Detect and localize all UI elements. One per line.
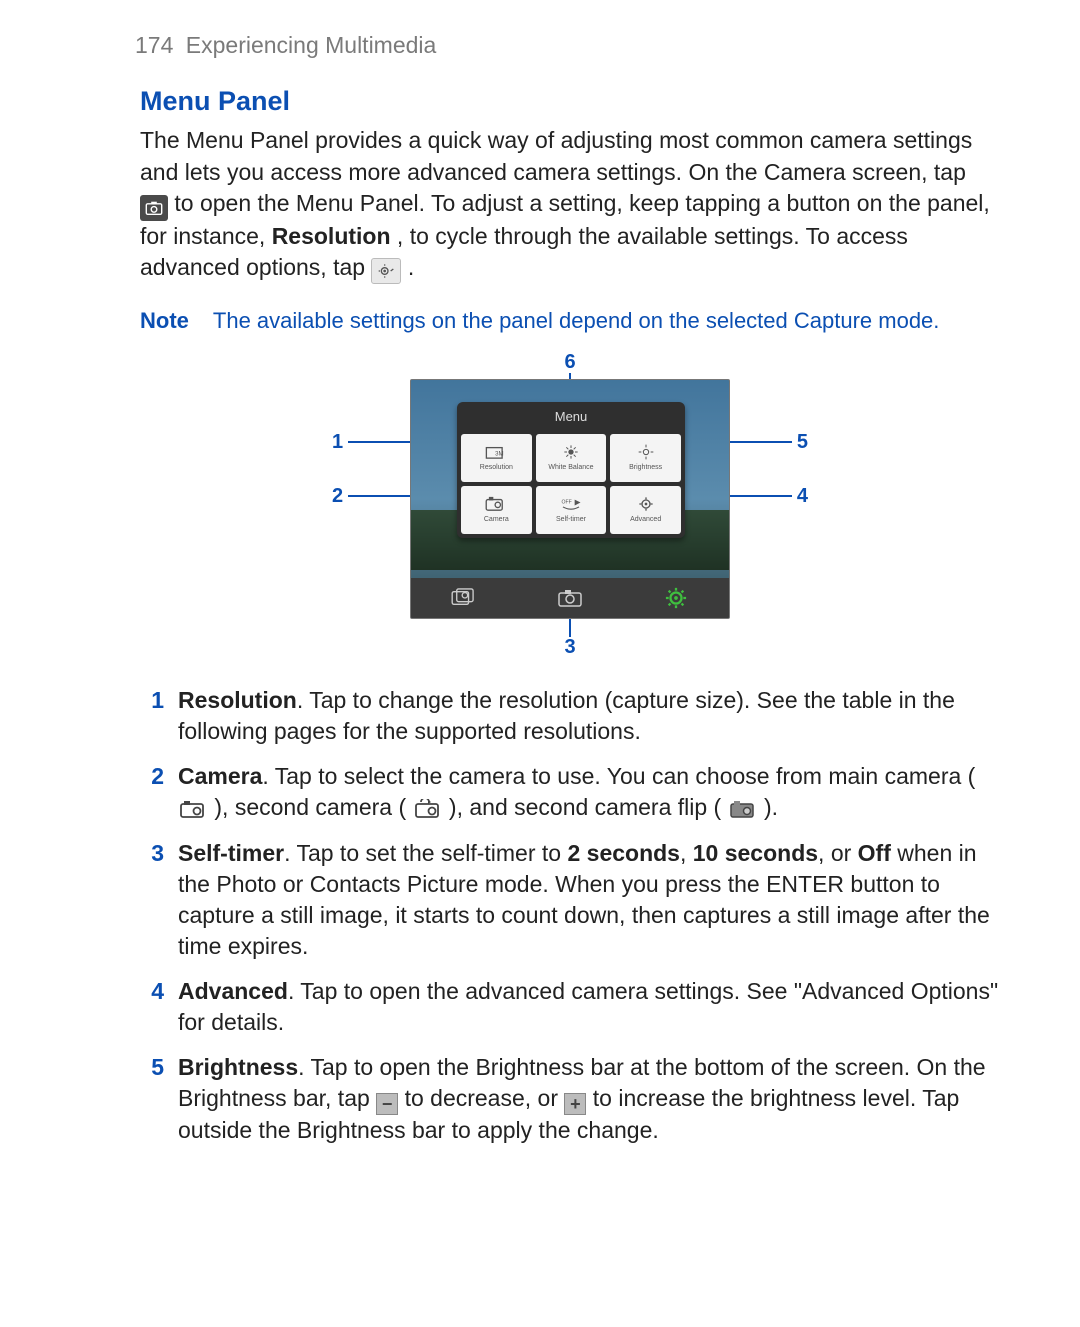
plus-icon: + [564,1093,586,1115]
item-title: Advanced [178,978,288,1004]
page-header: 174 Experiencing Multimedia [135,30,1000,61]
intro-paragraph: The Menu Panel provides a quick way of a… [140,125,1000,283]
note-label: Note [140,306,189,336]
list-item: 3 Self-timer. Tap to set the self-timer … [140,838,1000,962]
item-title: Self-timer [178,840,284,866]
svg-text:OFF: OFF [561,499,571,505]
page-number: 174 [135,32,173,58]
menu-label: Advanced [630,515,661,524]
menu-button-resolution[interactable]: 3M Resolution [461,434,532,482]
item-text-b: to decrease, or [405,1085,565,1111]
menu-title: Menu [457,402,685,430]
menu-label: Brightness [629,463,662,472]
mid2: , or [818,840,858,866]
callout-3: 3 [564,634,575,661]
menu-button-brightness[interactable]: Brightness [610,434,681,482]
menu-label: Self-timer [556,515,586,524]
svg-text:3M: 3M [495,451,504,458]
callout-5: 5 [797,429,808,456]
item-text-d: ). [764,794,778,820]
main-camera-icon [178,798,208,820]
figure: 6 1 2 5 4 3 Menu 3M Resolution White Bal… [340,351,800,659]
mid1: , [680,840,693,866]
bold-off: Off [858,840,891,866]
menu-label: Camera [484,515,509,524]
item-body: Resolution. Tap to change the resolution… [178,685,1000,747]
item-text-a: . Tap to set the self-timer to [284,840,567,866]
item-body: Advanced. Tap to open the advanced camer… [178,976,1000,1038]
bold-2sec: 2 seconds [567,840,680,866]
callout-1: 1 [332,429,343,456]
settings-gear-icon[interactable] [663,587,689,609]
second-camera-flip-icon [728,798,758,820]
menu-label: Resolution [480,463,513,472]
menu-label: White Balance [548,463,593,472]
callout-4: 4 [797,483,808,510]
second-camera-icon [413,798,443,820]
list-item: 1 Resolution. Tap to change the resoluti… [140,685,1000,747]
menu-button-camera[interactable]: Camera [461,486,532,534]
list-item: 5 Brightness. Tap to open the Brightness… [140,1052,1000,1146]
camera-icon [485,495,507,513]
menu-panel: Menu 3M Resolution White Balance Brightn… [457,402,685,538]
intro-text-d: . [408,254,414,280]
resolution-icon: 3M [485,443,507,461]
item-text-b: ), second camera ( [214,794,412,820]
menu-button-white-balance[interactable]: White Balance [536,434,607,482]
item-title: Camera [178,763,262,789]
bottom-toolbar [411,578,729,618]
item-body: Brightness. Tap to open the Brightness b… [178,1052,1000,1146]
item-title: Resolution [178,687,297,713]
device-screen: Menu 3M Resolution White Balance Brightn… [410,379,730,619]
item-number: 2 [140,761,164,823]
item-text-a: . Tap to select the camera to use. You c… [262,763,975,789]
menu-button-advanced[interactable]: Advanced [610,486,681,534]
camera-menu-icon [140,195,168,221]
callout-6: 6 [564,349,575,376]
item-number: 3 [140,838,164,962]
white-balance-icon [560,443,582,461]
chapter-title: Experiencing Multimedia [186,32,437,58]
section-title: Menu Panel [140,83,1000,119]
advanced-gear-icon [371,258,401,284]
item-title: Brightness [178,1054,298,1080]
item-body: Self-timer. Tap to set the self-timer to… [178,838,1000,962]
item-text-c: ), and second camera flip ( [449,794,728,820]
note-row: Note The available settings on the panel… [140,306,1000,336]
item-text: . Tap to open the advanced camera settin… [178,978,998,1035]
camera-toolbar-icon[interactable] [557,587,583,609]
callout-2: 2 [332,483,343,510]
list-item: 4 Advanced. Tap to open the advanced cam… [140,976,1000,1038]
resolution-bold: Resolution [272,223,391,249]
note-text: The available settings on the panel depe… [213,306,940,336]
self-timer-icon: OFF [560,495,582,513]
item-number: 1 [140,685,164,747]
brightness-icon [635,443,657,461]
item-body: Camera. Tap to select the camera to use.… [178,761,1000,823]
bold-10sec: 10 seconds [693,840,818,866]
intro-text-a: The Menu Panel provides a quick way of a… [140,127,972,184]
item-number: 4 [140,976,164,1038]
menu-grid: 3M Resolution White Balance Brightness C… [457,430,685,538]
numbered-list: 1 Resolution. Tap to change the resoluti… [140,685,1000,1146]
gallery-icon[interactable] [451,587,477,609]
minus-icon: − [376,1093,398,1115]
menu-button-self-timer[interactable]: OFF Self-timer [536,486,607,534]
gear-icon [635,495,657,513]
item-number: 5 [140,1052,164,1146]
list-item: 2 Camera. Tap to select the camera to us… [140,761,1000,823]
